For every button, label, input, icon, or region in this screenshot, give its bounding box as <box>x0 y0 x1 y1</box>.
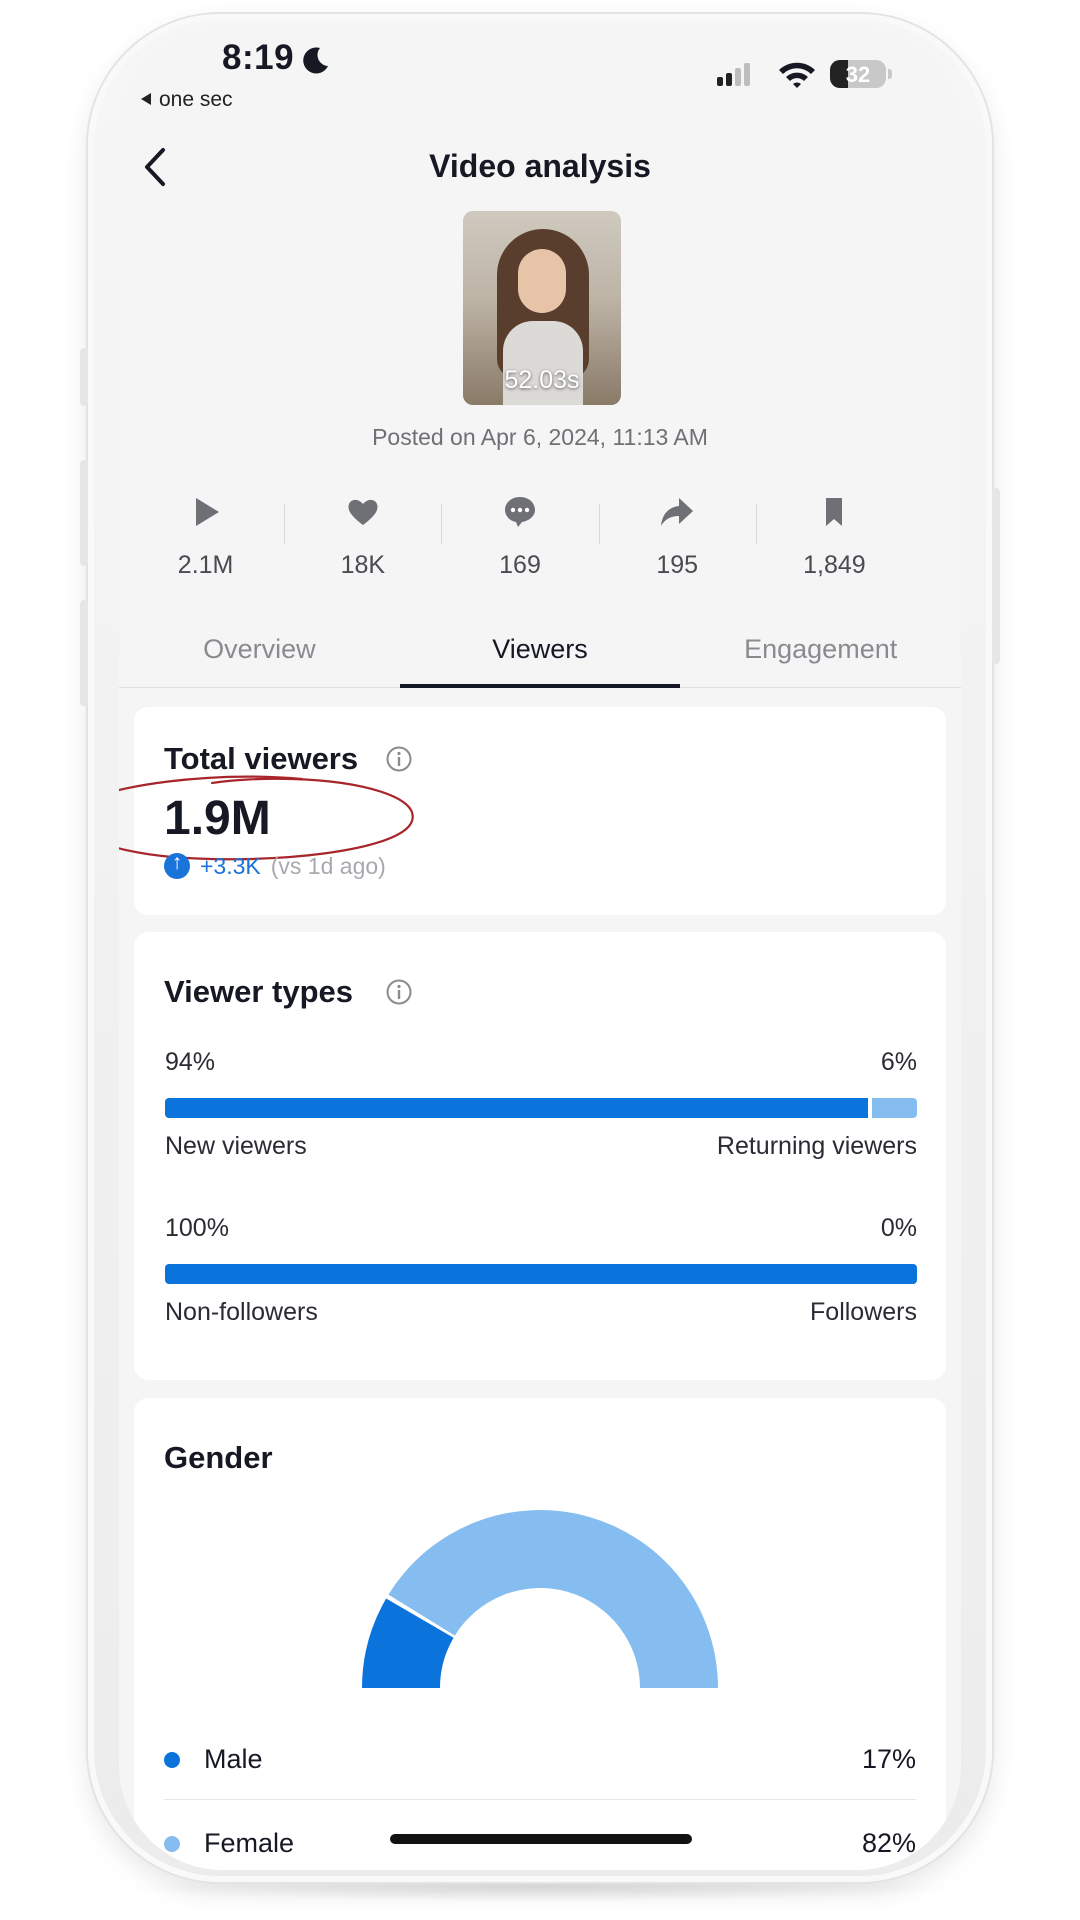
page-title: Video analysis <box>429 148 651 184</box>
play-icon <box>195 498 219 526</box>
stat-likes: 18K <box>284 486 441 596</box>
legend-pct: 17% <box>861 1744 916 1774</box>
battery-icon: 32 <box>830 60 886 88</box>
tab-bar: Overview Viewers Engagement <box>119 618 961 688</box>
returning-viewers-bar-segment <box>872 1098 917 1118</box>
stats-row: 2.1M 18K 169 195 1,849 <box>127 486 913 596</box>
battery-level: 32 <box>845 62 871 87</box>
new-viewers-label: New viewers <box>165 1132 307 1160</box>
stat-shares: 195 <box>598 486 756 596</box>
wifi-icon <box>779 62 815 88</box>
info-icon[interactable] <box>385 978 413 1006</box>
stat-value: 195 <box>656 551 699 579</box>
home-indicator[interactable] <box>390 1834 692 1844</box>
moon-icon <box>303 47 328 74</box>
stat-views: 2.1M <box>127 486 284 596</box>
new-viewers-bar-segment <box>165 1098 869 1118</box>
total-viewers-delta: +3.3K (vs 1d ago) <box>164 851 386 880</box>
stat-value: 2.1M <box>177 551 234 579</box>
status-time: 8:19 <box>222 38 295 77</box>
stat-value: 169 <box>499 551 541 579</box>
power-button <box>992 488 1000 664</box>
back-triangle-icon <box>141 93 151 105</box>
gender-title: Gender <box>164 1440 273 1475</box>
viewer-types-card: Viewer types 94% 6% New viewers Returnin… <box>134 932 946 1380</box>
new-viewers-pct: 94% <box>165 1048 216 1076</box>
video-thumbnail[interactable]: 52.03s <box>463 211 621 405</box>
returning-viewers-pct: 6% <box>880 1048 917 1076</box>
stat-comments: 169 <box>441 486 598 596</box>
returning-viewers-label: Returning viewers <box>716 1132 917 1160</box>
stat-saves: 1,849 <box>755 486 913 596</box>
mute-switch <box>80 348 88 406</box>
gender-half-donut-chart <box>362 1510 718 1688</box>
back-to-app-link[interactable]: one sec <box>141 88 233 112</box>
info-icon[interactable] <box>385 745 413 773</box>
tab-overview[interactable]: Overview <box>119 618 400 687</box>
video-duration: 52.03s <box>504 366 580 394</box>
male-color-dot <box>164 1752 180 1768</box>
legend-label: Male <box>204 1744 263 1774</box>
female-color-dot <box>164 1836 180 1852</box>
non-followers-pct: 100% <box>165 1214 229 1242</box>
new-vs-returning-bar <box>165 1098 917 1118</box>
posted-date: Posted on Apr 6, 2024, 11:13 AM <box>372 424 708 450</box>
gender-card: Gender Male 17% Female 82% <box>134 1398 946 1870</box>
comment-icon <box>505 497 535 527</box>
delta-value: +3.3K <box>200 853 261 879</box>
share-icon <box>661 498 694 526</box>
tab-engagement[interactable]: Engagement <box>680 618 961 687</box>
back-app-label: one sec <box>159 88 233 111</box>
delta-comparison: (vs 1d ago) <box>270 853 386 879</box>
volume-up-button <box>80 460 88 566</box>
tab-viewers[interactable]: Viewers <box>399 618 681 688</box>
stat-value: 18K <box>340 551 386 579</box>
heart-icon <box>348 499 378 525</box>
non-followers-bar-segment <box>165 1264 917 1284</box>
divider <box>164 1799 916 1800</box>
battery-tip <box>888 69 892 79</box>
legend-item-male: Male 17% <box>164 1738 916 1778</box>
arrow-up-icon <box>164 851 190 879</box>
followers-label: Followers <box>810 1298 917 1326</box>
signal-icon <box>717 63 753 86</box>
bookmark-icon <box>826 498 843 526</box>
legend-label: Female <box>204 1828 295 1858</box>
total-viewers-card: Total viewers 1.9M +3.3K(vs 1d ago) <box>119 707 946 915</box>
hand-drawn-circle-annotation <box>119 775 414 861</box>
app-screen: 8:19 one sec 32 Video analysis 52.03s Po… <box>119 28 961 1870</box>
non-followers-label: Non-followers <box>165 1298 318 1326</box>
volume-down-button <box>80 600 88 706</box>
legend-pct: 82% <box>861 1828 916 1858</box>
followers-pct: 0% <box>880 1214 917 1242</box>
stat-value: 1,849 <box>803 551 866 579</box>
non-followers-vs-followers-bar <box>165 1264 917 1284</box>
viewer-types-title: Viewer types <box>164 974 353 1009</box>
